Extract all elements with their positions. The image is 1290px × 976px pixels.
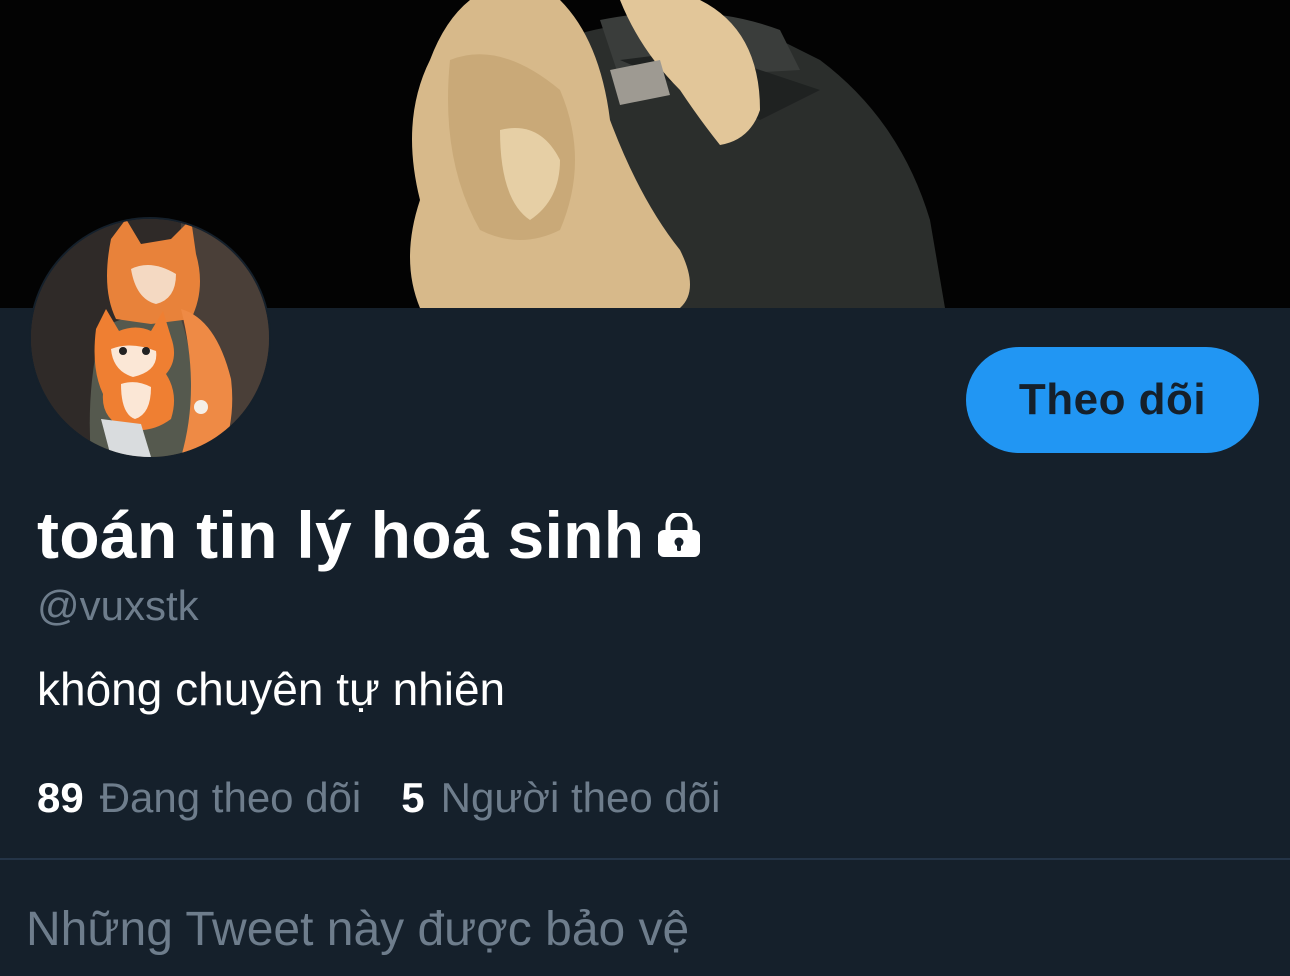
following-label: Đang theo dõi <box>99 774 362 821</box>
lock-icon <box>656 511 702 562</box>
follow-button[interactable]: Theo dõi <box>966 347 1259 453</box>
divider <box>0 858 1290 860</box>
following-stat[interactable]: 89 Đang theo dõi <box>37 774 361 822</box>
avatar-image <box>31 219 269 457</box>
display-name-row: toán tin lý hoá sinh <box>37 490 702 580</box>
followers-stat[interactable]: 5 Người theo dõi <box>401 774 720 822</box>
protected-tweets-message: Những Tweet này được bảo vệ <box>26 903 690 956</box>
avatar[interactable] <box>29 217 271 459</box>
username-handle: @vuxstk <box>37 582 199 629</box>
bio: không chuyên tự nhiên <box>37 663 506 715</box>
profile-page: Theo dõi toán tin lý hoá sinh @vuxstk kh… <box>0 0 1290 976</box>
follow-stats: 89 Đang theo dõi 5 Người theo dõi <box>37 768 760 828</box>
followers-count: 5 <box>401 774 425 821</box>
display-name: toán tin lý hoá sinh <box>37 498 645 572</box>
following-count: 89 <box>37 774 84 821</box>
followers-label: Người theo dõi <box>440 774 721 821</box>
